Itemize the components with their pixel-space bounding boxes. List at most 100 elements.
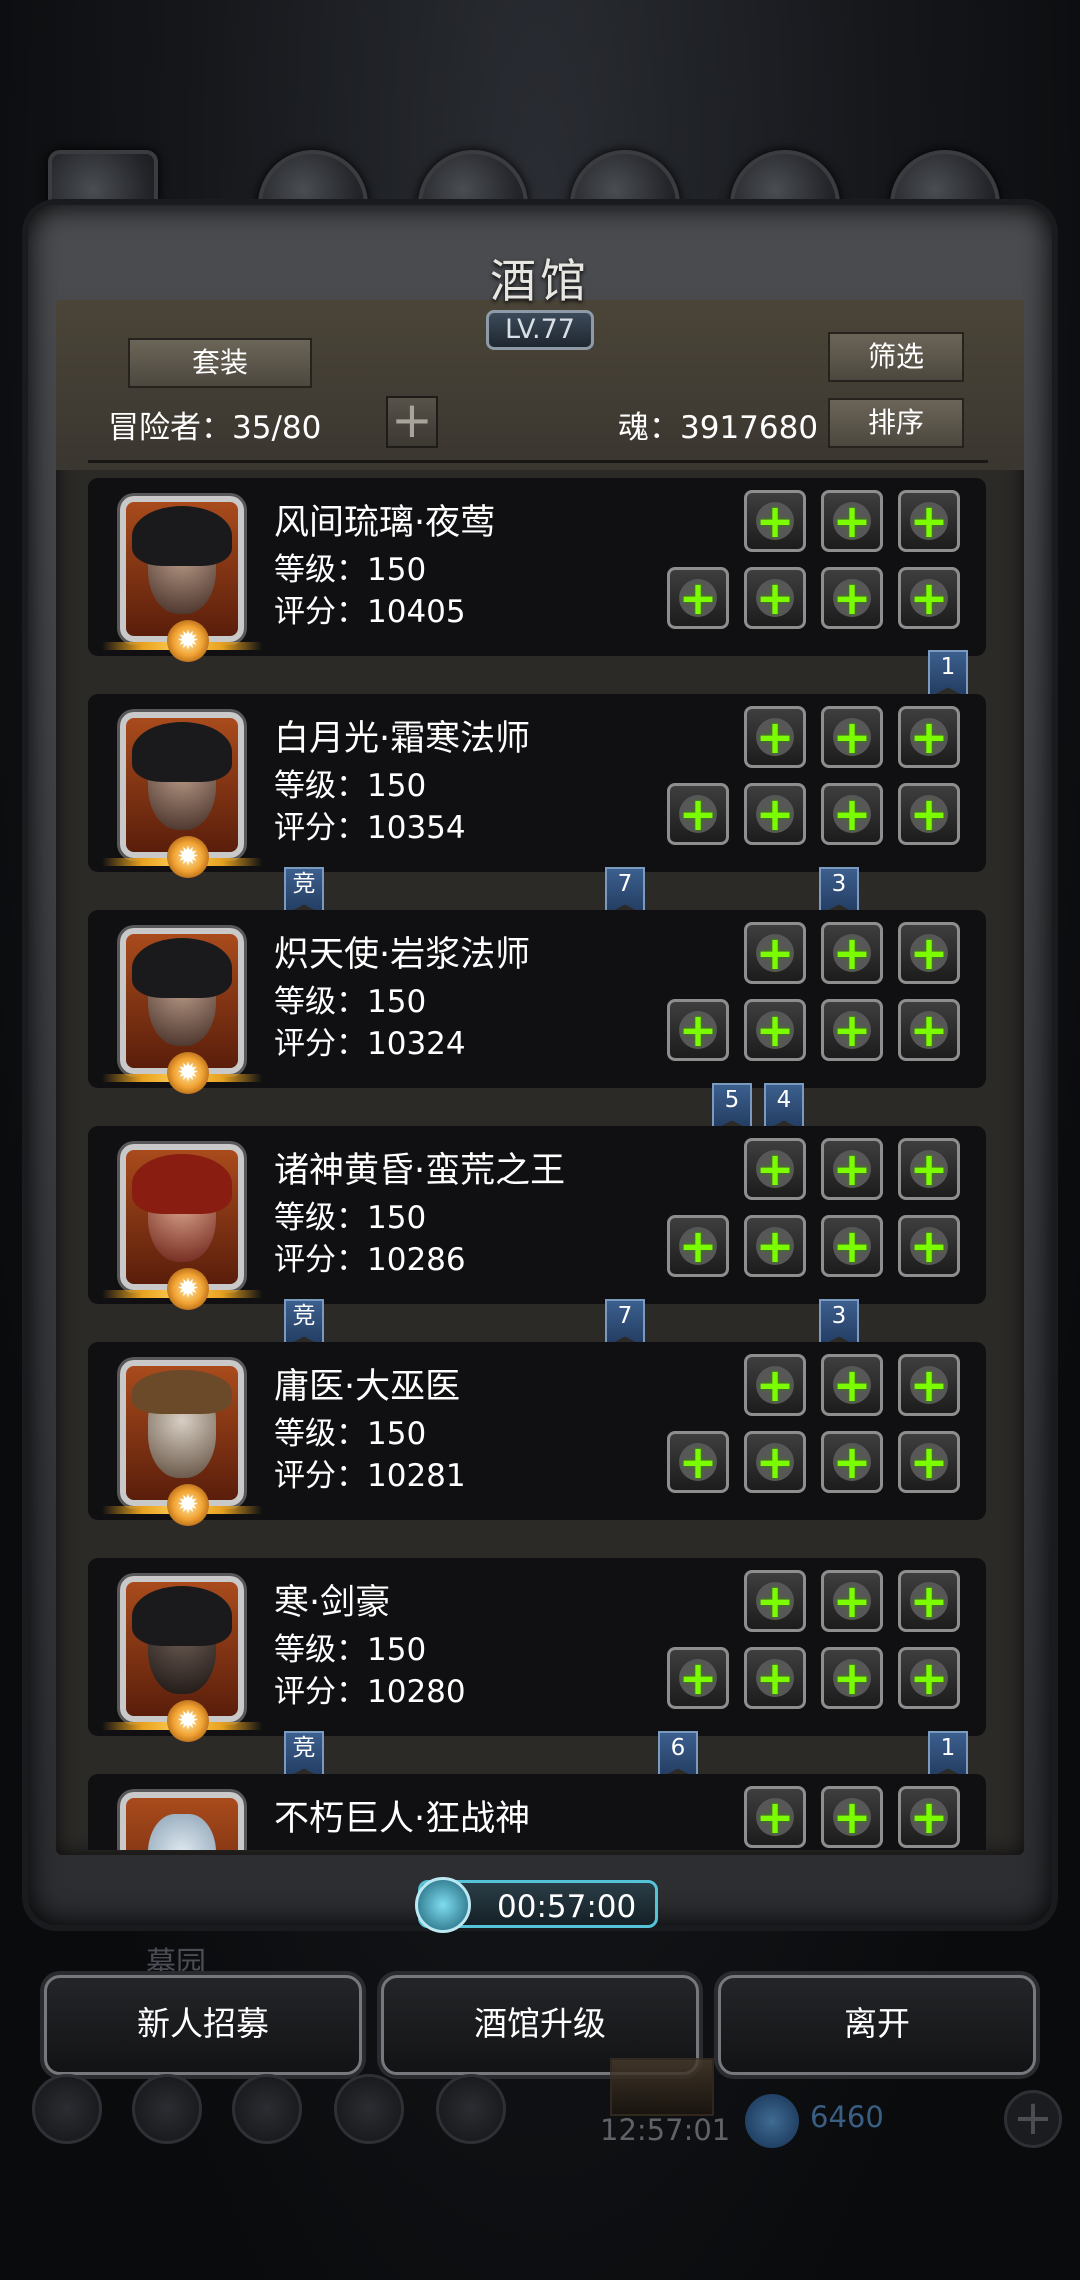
hero-score: 评分：10354 bbox=[274, 810, 466, 846]
equip-slot-ring[interactable]: + bbox=[898, 706, 960, 768]
hero-headdress bbox=[132, 1370, 232, 1414]
filter-button[interactable]: 筛选 bbox=[828, 332, 964, 382]
hero-card[interactable]: ✹ 庸医·大巫医 等级：150 评分：10281 + + + + + + + bbox=[88, 1342, 986, 1526]
equip-slot-helmet[interactable]: + bbox=[744, 1138, 806, 1200]
equip-slot-amulet[interactable]: + bbox=[821, 490, 883, 552]
equip-slot-ring[interactable]: + bbox=[898, 1786, 960, 1848]
hero-card[interactable]: ✹ 诸神黄昏·蛮荒之王 等级：150 评分：10286 + + + + + + … bbox=[88, 1126, 986, 1310]
plus-icon: + bbox=[832, 787, 872, 841]
header-divider bbox=[88, 460, 988, 463]
equip-slot-helmet[interactable]: + bbox=[744, 1354, 806, 1416]
equip-slot-weapon[interactable]: + bbox=[667, 1647, 729, 1709]
hero-card[interactable]: ✹ 寒·剑豪 等级：150 评分：10280 + + + + + + + bbox=[88, 1558, 986, 1742]
equip-slot-amulet[interactable]: + bbox=[821, 922, 883, 984]
plus-icon: + bbox=[755, 1003, 795, 1057]
plus-icon: + bbox=[909, 1142, 949, 1196]
equip-slot-ring[interactable]: + bbox=[898, 1570, 960, 1632]
plus-icon: + bbox=[909, 1790, 949, 1844]
equip-slot-weapon[interactable]: + bbox=[667, 567, 729, 629]
plus-icon: + bbox=[755, 494, 795, 548]
hero-hat bbox=[132, 1586, 232, 1646]
set-button[interactable]: 套装 bbox=[128, 338, 312, 388]
rank-star-icon: ✹ bbox=[167, 836, 209, 878]
equip-slot-boots[interactable]: + bbox=[898, 1647, 960, 1709]
equip-slot-boots[interactable]: + bbox=[898, 999, 960, 1061]
hero-level: 等级：150 bbox=[274, 552, 427, 588]
hero-card[interactable]: ✹ 炽天使·岩浆法师 等级：150 评分：10324 + + + + + + + bbox=[88, 910, 986, 1094]
crystal-count: 6460 bbox=[810, 2100, 884, 2134]
equip-slot-amulet[interactable]: + bbox=[821, 1570, 883, 1632]
equip-slot-armor[interactable]: + bbox=[744, 1431, 806, 1493]
sort-button[interactable]: 排序 bbox=[828, 398, 964, 448]
equip-slot-weapon[interactable]: + bbox=[667, 783, 729, 845]
equip-slot-gloves[interactable]: + bbox=[821, 567, 883, 629]
hero-name: 风间琉璃·夜莺 bbox=[274, 503, 496, 543]
hero-portrait: ✹ bbox=[102, 1576, 262, 1742]
equip-slot-amulet[interactable]: + bbox=[821, 1354, 883, 1416]
equip-slot-ring[interactable]: + bbox=[898, 922, 960, 984]
equip-slot-weapon[interactable]: + bbox=[667, 1215, 729, 1277]
equip-slot-weapon[interactable]: + bbox=[667, 1431, 729, 1493]
equip-slot-ring[interactable]: + bbox=[898, 1354, 960, 1416]
equip-slot-helmet[interactable]: + bbox=[744, 490, 806, 552]
plus-icon: + bbox=[832, 1358, 872, 1412]
equip-slot-helmet[interactable]: + bbox=[744, 1786, 806, 1848]
hero-name: 炽天使·岩浆法师 bbox=[274, 935, 531, 975]
tag-ribbon: 3 bbox=[819, 1299, 859, 1347]
equip-slot-gloves[interactable]: + bbox=[821, 783, 883, 845]
equip-slot-ring[interactable]: + bbox=[898, 490, 960, 552]
plus-icon: + bbox=[755, 787, 795, 841]
plus-icon: + bbox=[755, 1790, 795, 1844]
plus-icon: + bbox=[755, 1219, 795, 1273]
plus-icon: + bbox=[755, 710, 795, 764]
plus-icon: + bbox=[909, 1435, 949, 1489]
equip-slot-gloves[interactable]: + bbox=[821, 1215, 883, 1277]
plus-icon: + bbox=[832, 926, 872, 980]
equip-slot-amulet[interactable]: + bbox=[821, 706, 883, 768]
plus-icon: + bbox=[678, 1219, 718, 1273]
equip-slot-helmet[interactable]: + bbox=[744, 706, 806, 768]
rank-star-icon: ✹ bbox=[167, 620, 209, 662]
equip-slot-boots[interactable]: + bbox=[898, 783, 960, 845]
equip-slot-ring[interactable]: + bbox=[898, 1138, 960, 1200]
plus-icon: + bbox=[832, 1003, 872, 1057]
plus-icon: + bbox=[832, 1435, 872, 1489]
guild-icon bbox=[232, 2074, 302, 2144]
hero-card[interactable]: ✹ 风间琉璃·夜莺 等级：150 评分：10405 + + + + + + + bbox=[88, 478, 986, 662]
add-capacity-button[interactable]: + bbox=[386, 395, 438, 448]
background-clock: 12:57:01 bbox=[600, 2113, 731, 2147]
equip-slot-helmet[interactable]: + bbox=[744, 1570, 806, 1632]
equip-slot-amulet[interactable]: + bbox=[821, 1138, 883, 1200]
plus-icon: + bbox=[755, 1651, 795, 1705]
equip-slot-boots[interactable]: + bbox=[898, 1431, 960, 1493]
equip-slot-armor[interactable]: + bbox=[744, 567, 806, 629]
equip-slot-armor[interactable]: + bbox=[744, 1215, 806, 1277]
hero-name: 不朽巨人·狂战神 bbox=[274, 1799, 531, 1839]
equip-slot-gloves[interactable]: + bbox=[821, 999, 883, 1061]
hero-card[interactable]: 不朽巨人·狂战神 + + + bbox=[88, 1774, 986, 1850]
hero-list[interactable]: ✹ 风间琉璃·夜莺 等级：150 评分：10405 + + + + + + + … bbox=[88, 478, 986, 1850]
equip-slot-gloves[interactable]: + bbox=[821, 1647, 883, 1709]
equip-slot-boots[interactable]: + bbox=[898, 1215, 960, 1277]
hero-card[interactable]: ✹ 白月光·霜寒法师 等级：150 评分：10354 + + + + + + + bbox=[88, 694, 986, 878]
equip-slot-armor[interactable]: + bbox=[744, 783, 806, 845]
equip-slot-armor[interactable]: + bbox=[744, 1647, 806, 1709]
hero-level: 等级：150 bbox=[274, 768, 427, 804]
chest-icon bbox=[610, 2058, 714, 2116]
recruit-button[interactable]: 新人招募 bbox=[44, 1975, 362, 2075]
rank-star-icon: ✹ bbox=[167, 1268, 209, 1310]
plus-icon: + bbox=[678, 1003, 718, 1057]
plus-icon: + bbox=[678, 1435, 718, 1489]
equip-slot-weapon[interactable]: + bbox=[667, 999, 729, 1061]
equip-slot-gloves[interactable]: + bbox=[821, 1431, 883, 1493]
equip-slot-helmet[interactable]: + bbox=[744, 922, 806, 984]
tag-ribbon: 4 bbox=[764, 1083, 804, 1131]
plus-icon: + bbox=[832, 494, 872, 548]
tag-ribbon: 5 bbox=[712, 1083, 752, 1131]
leave-button[interactable]: 离开 bbox=[718, 1975, 1036, 2075]
plus-icon: + bbox=[832, 1790, 872, 1844]
hero-name: 寒·剑豪 bbox=[274, 1583, 391, 1623]
equip-slot-boots[interactable]: + bbox=[898, 567, 960, 629]
equip-slot-amulet[interactable]: + bbox=[821, 1786, 883, 1848]
equip-slot-armor[interactable]: + bbox=[744, 999, 806, 1061]
